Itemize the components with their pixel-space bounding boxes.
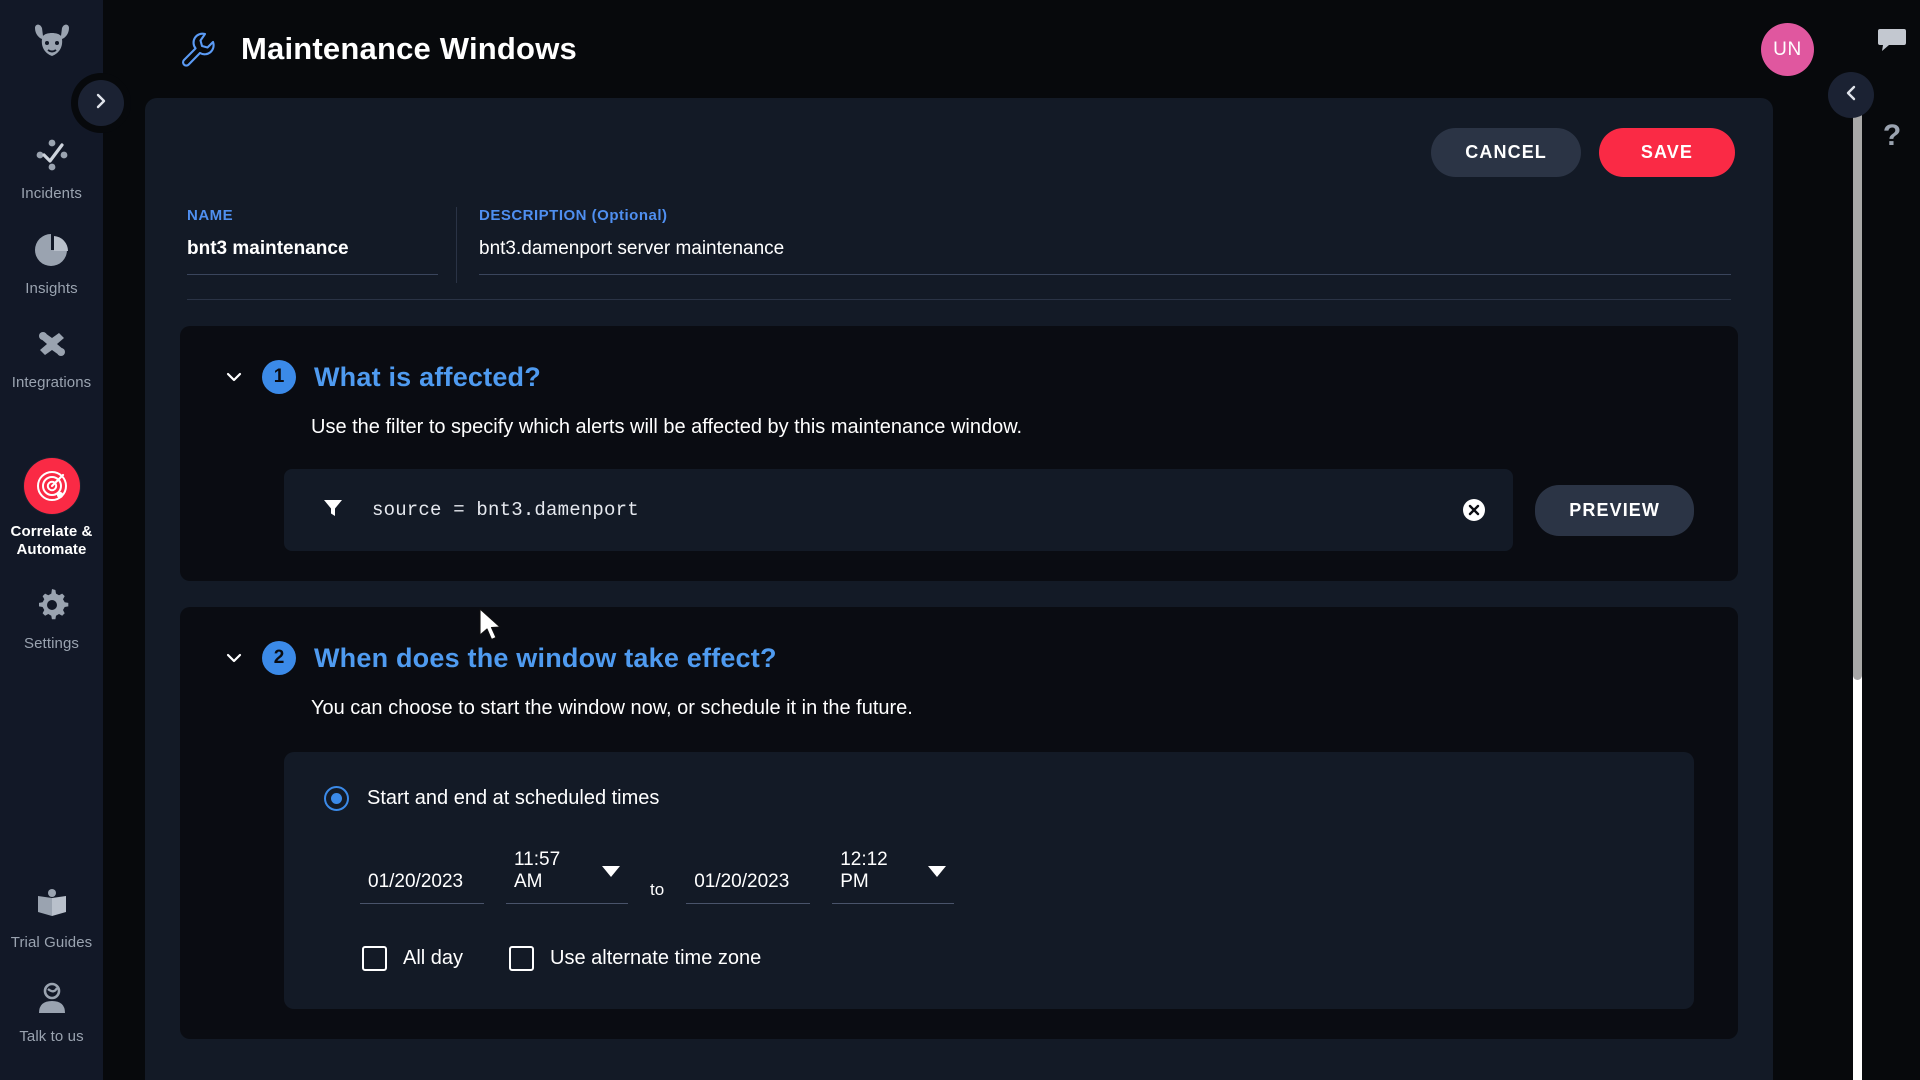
name-input[interactable]: bnt3 maintenance (187, 238, 438, 274)
sidebar-items: Incidents Insights Integrations Correlat… (0, 120, 103, 665)
name-underline (187, 274, 438, 275)
filter-input-box[interactable]: source = bnt3.damenport (284, 469, 1514, 551)
clear-circle-icon[interactable] (1461, 497, 1487, 523)
scheduled-times-radio-row[interactable]: Start and end at scheduled times (324, 786, 1654, 811)
sidebar-item-label: Integrations (11, 374, 92, 392)
filter-funnel-icon (322, 497, 344, 524)
end-time-field[interactable]: 12:12 PM (832, 849, 955, 904)
end-time-value: 12:12 PM (840, 849, 888, 892)
section-1-description: Use the filter to specify which alerts w… (311, 416, 1023, 438)
section-when-effective: 2 When does the window take effect? You … (180, 607, 1738, 1039)
section-2-number: 2 (262, 641, 296, 675)
chevron-down-icon[interactable] (224, 648, 244, 668)
sidebar-item-label: Settings (24, 635, 79, 653)
alternate-timezone-checkbox-item[interactable]: Use alternate time zone (509, 946, 761, 971)
app-root: Incidents Insights Integrations Correlat… (0, 0, 1920, 1080)
radar-target-icon (23, 458, 80, 515)
help-icon[interactable]: ? (1883, 121, 1901, 151)
section-what-is-affected: 1 What is affected? Use the filter to sp… (180, 326, 1738, 581)
start-time-value: 11:57 AM (514, 849, 561, 892)
description-field-group: DESCRIPTION (Optional) bnt3.damenport se… (457, 207, 1731, 283)
description-underline (479, 274, 1731, 275)
start-date-value: 01/20/2023 (368, 871, 464, 892)
filter-query-text[interactable]: source = bnt3.damenport (372, 499, 1433, 521)
alternate-timezone-checkbox[interactable] (509, 946, 535, 971)
sidebar-item-integrations[interactable]: Integrations (0, 309, 103, 404)
chevron-right-icon (92, 92, 110, 115)
section-2-title: When does the window take effect? (314, 642, 777, 673)
schedule-options-row: All day Use alternate time zone (362, 946, 1654, 971)
schedule-panel: Start and end at scheduled times 01/20/2… (284, 752, 1694, 1009)
gear-icon (31, 584, 73, 626)
cow-head-logo-icon[interactable] (21, 12, 83, 74)
start-date-field[interactable]: 01/20/2023 (360, 871, 484, 904)
support-person-icon (31, 977, 73, 1019)
incidents-scatter-icon (31, 134, 73, 176)
chevron-down-icon (602, 865, 620, 877)
scheduled-times-radio[interactable] (324, 786, 349, 811)
chevron-down-icon (928, 865, 947, 877)
name-field-group: NAME bnt3 maintenance (187, 207, 457, 283)
all-day-checkbox[interactable] (362, 946, 387, 971)
integrations-link-icon (31, 323, 73, 365)
section-1-header[interactable]: 1 What is affected? (180, 360, 1738, 394)
page-header: Maintenance Windows UN (103, 0, 1920, 98)
sidebar-item-label: Incidents (21, 185, 82, 202)
end-date-field[interactable]: 01/20/2023 (686, 871, 811, 904)
sidebar-item-label: Talk to us (19, 1028, 84, 1046)
main-sidebar: Incidents Insights Integrations Correlat… (0, 0, 103, 1080)
description-label: DESCRIPTION (Optional) (479, 207, 668, 224)
sidebar-item-label: Insights (25, 279, 78, 297)
section-2-header[interactable]: 2 When does the window take effect? (180, 641, 1738, 675)
section-2-description: You can choose to start the window now, … (311, 697, 913, 719)
end-date-value: 01/20/2023 (694, 871, 790, 892)
avatar[interactable]: UN (1761, 23, 1814, 76)
editor-actions: CANCEL SAVE (145, 98, 1773, 177)
sidebar-item-incidents[interactable]: Incidents (0, 120, 103, 215)
sidebar-item-talk-to-us[interactable]: Talk to us (0, 963, 103, 1058)
section-1-title: What is affected? (314, 361, 541, 392)
filter-row: source = bnt3.damenport PREVIEW (180, 439, 1738, 551)
wrench-icon (177, 29, 217, 69)
preview-button[interactable]: PREVIEW (1535, 484, 1694, 536)
sidebar-item-label: Trial Guides (10, 933, 93, 951)
sidebar-item-correlate-automate[interactable]: Correlate & Automate (0, 444, 103, 570)
sidebar-bottom-items: Trial Guides Talk to us (0, 869, 103, 1080)
datetime-range-row: 01/20/2023 11:57 AM to 01/20/2023 12:12 … (360, 849, 1654, 904)
chevron-down-icon[interactable] (224, 367, 244, 387)
open-book-icon (31, 883, 73, 925)
sidebar-item-trial-guides[interactable]: Trial Guides (0, 869, 103, 964)
sidebar-item-label: Correlate & Automate (10, 523, 93, 558)
range-separator: to (650, 880, 665, 899)
start-time-field[interactable]: 11:57 AM (506, 849, 628, 904)
radio-dot (331, 793, 342, 804)
alternate-timezone-label: Use alternate time zone (550, 947, 762, 969)
panel-collapse-button[interactable] (1828, 72, 1874, 118)
all-day-checkbox-item[interactable]: All day (362, 946, 463, 971)
description-input[interactable]: bnt3.damenport server maintenance (479, 238, 1731, 274)
maintenance-window-editor: CANCEL SAVE NAME bnt3 maintenance DESCRI… (145, 98, 1773, 1080)
name-label: NAME (187, 207, 234, 224)
save-button[interactable]: SAVE (1598, 128, 1735, 177)
pie-chart-icon (31, 229, 73, 271)
chevron-left-icon (1842, 84, 1860, 107)
section-1-number: 1 (262, 360, 296, 394)
sidebar-expand-button[interactable] (78, 80, 124, 126)
name-description-row: NAME bnt3 maintenance DESCRIPTION (Optio… (187, 207, 1731, 300)
all-day-label: All day (403, 947, 464, 969)
page-scrollbar-thumb[interactable] (1853, 80, 1862, 680)
scheduled-times-label: Start and end at scheduled times (367, 787, 660, 809)
sidebar-item-settings[interactable]: Settings (0, 570, 103, 665)
page-title: Maintenance Windows (241, 31, 577, 66)
right-rail: ? (1864, 0, 1920, 1080)
cancel-button[interactable]: CANCEL (1431, 128, 1581, 177)
sidebar-item-insights[interactable]: Insights (0, 215, 103, 310)
chat-bubble-icon[interactable] (1877, 26, 1907, 59)
